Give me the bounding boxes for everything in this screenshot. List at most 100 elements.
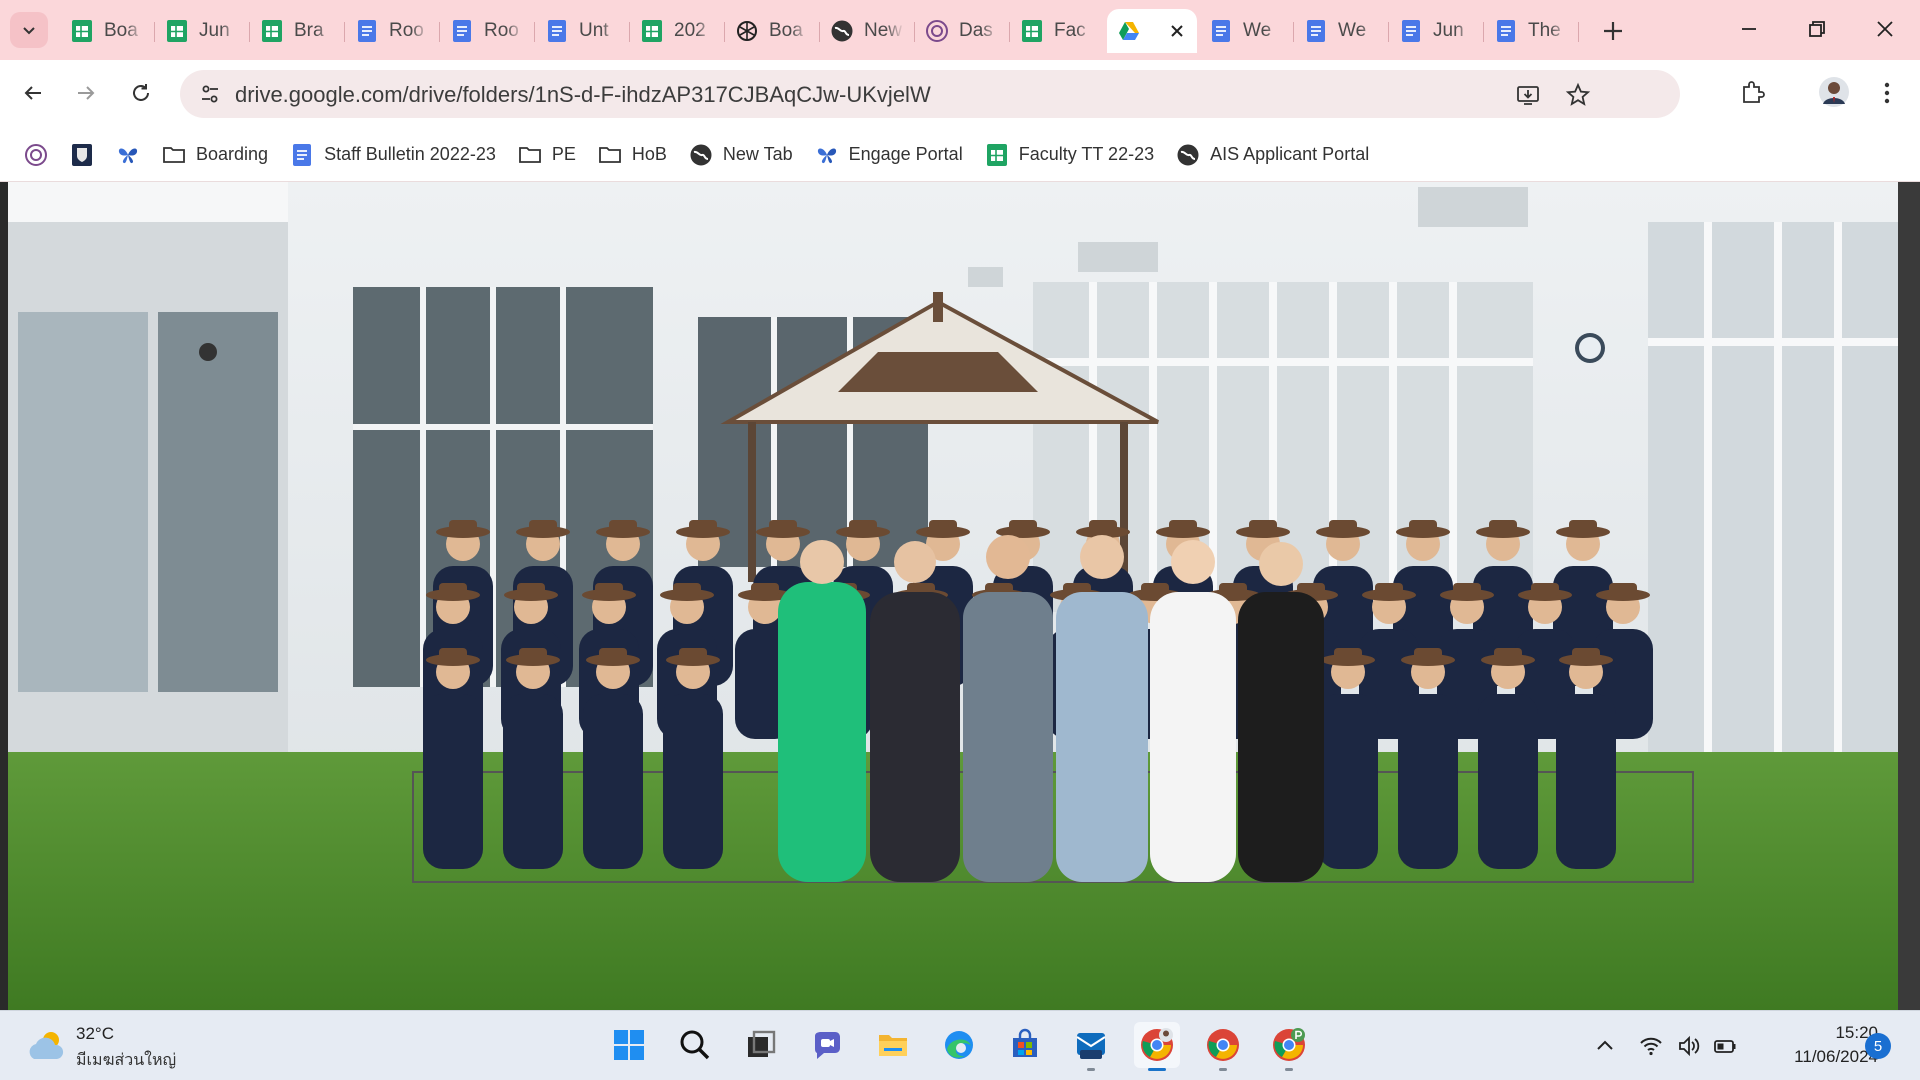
tab[interactable]: Boa: [725, 9, 820, 53]
edge-icon: [942, 1028, 976, 1062]
bookmark-item[interactable]: Engage Portal: [807, 137, 971, 173]
wifi-icon[interactable]: [1638, 1033, 1664, 1059]
chevron-up-icon[interactable]: [1592, 1033, 1618, 1059]
bookmark-item[interactable]: HoB: [590, 137, 675, 173]
tab[interactable]: We: [1294, 9, 1389, 53]
tab-label: Roo: [389, 20, 424, 41]
volume-icon[interactable]: [1676, 1033, 1702, 1059]
store-icon: [1008, 1028, 1042, 1062]
tune-icon: [202, 85, 218, 103]
bookmark-item[interactable]: Faculty TT 22-23: [977, 137, 1162, 173]
tab[interactable]: Jun: [1389, 9, 1484, 53]
bookmark-star-icon[interactable]: [1565, 82, 1591, 108]
tab[interactable]: New: [820, 9, 915, 53]
taskbar-app[interactable]: [870, 1022, 916, 1068]
kebab-menu-icon[interactable]: [1872, 78, 1902, 108]
folder-icon: [598, 143, 622, 167]
tab-label: Boa: [769, 20, 803, 41]
tab-label: Jun: [1433, 20, 1464, 41]
running-indicator: [1087, 1068, 1095, 1071]
arrow-left-icon: [24, 86, 41, 100]
bookmark-label: Staff Bulletin 2022-23: [324, 144, 496, 164]
sheets-icon: [640, 19, 664, 43]
chevron-down-icon: [23, 27, 35, 35]
tab[interactable]: The: [1484, 9, 1579, 53]
taskbar-app[interactable]: [804, 1022, 850, 1068]
battery-icon[interactable]: [1712, 1033, 1738, 1059]
taskbar-app[interactable]: [1200, 1022, 1246, 1071]
bookmark-label: AIS Applicant Portal: [1210, 144, 1370, 164]
tab[interactable]: Fac: [1010, 9, 1105, 53]
tab-search-button[interactable]: [10, 12, 48, 48]
tab[interactable]: Boa: [60, 9, 155, 53]
bookmark-item[interactable]: [16, 137, 56, 173]
tab-label: Fac: [1054, 20, 1086, 41]
weather-widget[interactable]: 32°C มีเมฆส่วนใหญ่: [22, 1021, 222, 1071]
taskbar-app[interactable]: [738, 1022, 784, 1068]
folder-icon: [518, 143, 542, 167]
restore-icon[interactable]: [1802, 14, 1832, 44]
tab[interactable]: Roo: [440, 9, 535, 53]
forward-button[interactable]: [69, 76, 103, 110]
bookmark-item[interactable]: [62, 137, 102, 173]
sheets-icon: [1020, 19, 1044, 43]
tab[interactable]: Jun: [155, 9, 250, 53]
school-crest-icon: [70, 143, 94, 167]
tab-label: New: [864, 20, 903, 41]
docs-icon: [290, 143, 314, 167]
bookmark-label: Engage Portal: [848, 144, 963, 164]
tab[interactable]: Bra: [250, 9, 345, 53]
taskbar-app[interactable]: [1068, 1022, 1114, 1071]
reload-icon: [133, 84, 149, 101]
sheets-icon: [70, 19, 94, 43]
tab[interactable]: Roo: [345, 9, 440, 53]
url-text[interactable]: drive.google.com/drive/folders/1nS-d-F-i…: [235, 82, 931, 108]
chrome-icon: [1205, 1027, 1241, 1063]
new-tab-plus-icon[interactable]: [1598, 16, 1628, 46]
taskbar-app[interactable]: [672, 1022, 718, 1068]
tab[interactable]: 202: [630, 9, 725, 53]
taskbar-app[interactable]: [1002, 1022, 1048, 1068]
bookmark-label: New Tab: [722, 144, 793, 164]
bookmark-item[interactable]: Staff Bulletin 2022-23: [282, 137, 504, 173]
chrome-profile-icon: [1139, 1027, 1175, 1063]
running-indicator: [1148, 1068, 1166, 1071]
cloudy-weather-icon: [29, 1032, 64, 1059]
close-icon[interactable]: [1167, 21, 1187, 41]
minimize-icon[interactable]: [1734, 14, 1764, 44]
site-info-button[interactable]: [194, 78, 226, 110]
tab-label: Das: [959, 20, 993, 41]
bookmark-item[interactable]: PE: [510, 137, 584, 173]
clock-date[interactable]: 11/06/2024: [1760, 1047, 1878, 1067]
tab-active[interactable]: [1107, 9, 1197, 53]
taskbar-app[interactable]: [606, 1022, 652, 1068]
bookmark-item[interactable]: [108, 137, 148, 173]
bookmark-item[interactable]: AIS Applicant Portal: [1168, 137, 1377, 173]
taskbar-app[interactable]: [1266, 1022, 1312, 1071]
close-window-icon[interactable]: [1870, 14, 1900, 44]
chrome-globe-icon: [1176, 143, 1200, 167]
extensions-puzzle-icon[interactable]: [1738, 78, 1768, 108]
bookmark-label: Boarding: [196, 144, 269, 164]
address-bar[interactable]: drive.google.com/drive/folders/1nS-d-F-i…: [180, 70, 1680, 118]
bookmark-item[interactable]: Boarding: [154, 137, 276, 173]
tab[interactable]: Das: [915, 9, 1010, 53]
taskbar-app[interactable]: [1134, 1022, 1180, 1071]
chrome-globe-icon: [689, 143, 713, 167]
profile-avatar-icon[interactable]: [1818, 76, 1850, 108]
running-indicator: [1219, 1068, 1227, 1071]
tab[interactable]: We: [1199, 9, 1294, 53]
drive-image-preview: [0, 182, 1920, 1010]
install-app-icon[interactable]: [1515, 82, 1541, 108]
reload-button[interactable]: [124, 76, 158, 110]
tab-label: Jun: [199, 20, 230, 41]
taskbar-app[interactable]: [936, 1022, 982, 1068]
notification-count-badge[interactable]: 5: [1865, 1033, 1891, 1059]
bookmark-item[interactable]: New Tab: [681, 137, 801, 173]
tab[interactable]: Unt: [535, 9, 630, 53]
back-button[interactable]: [16, 76, 50, 110]
docs-icon: [355, 19, 379, 43]
tab-label: We: [1338, 20, 1367, 41]
group-photo-image: [8, 182, 1898, 1010]
chrome-profile-p-icon: [1271, 1027, 1307, 1063]
